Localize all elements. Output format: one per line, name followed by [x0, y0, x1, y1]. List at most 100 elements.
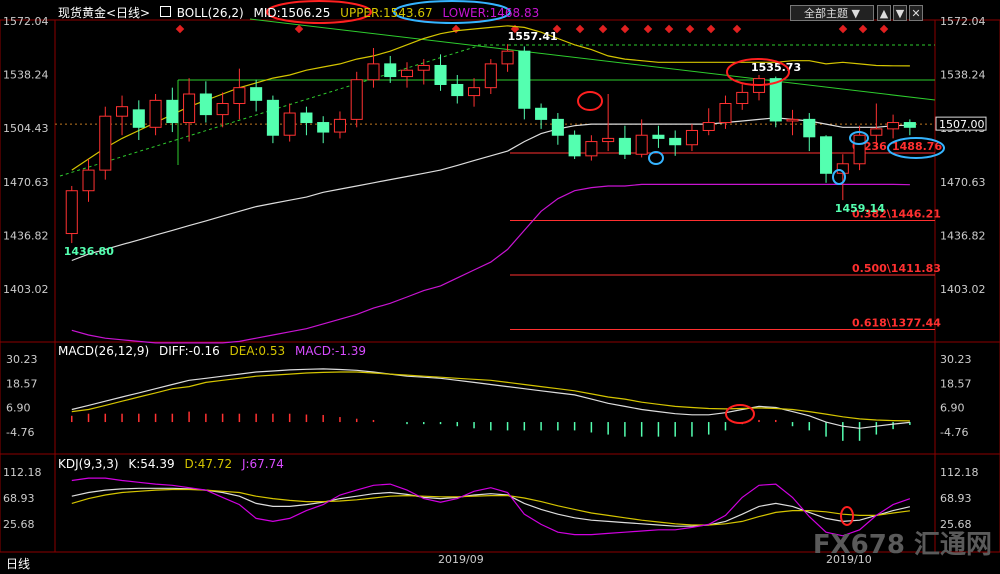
- fib-level-label: 0.500\1411.83: [852, 262, 941, 275]
- macd-panel-frame: [0, 341, 1000, 455]
- candle-body: [585, 141, 598, 157]
- boll-upper: UPPER:1543.67: [340, 6, 433, 20]
- candle-body: [183, 93, 196, 124]
- candle-body: [535, 107, 548, 120]
- price-tick-left: 1572.04: [3, 15, 49, 28]
- watermark-logo: FX678 汇通网: [812, 530, 992, 560]
- kdj-tick-left: 68.93: [3, 492, 35, 505]
- candle-body: [803, 118, 816, 138]
- signal-diamond-marker: [294, 24, 304, 34]
- annotation-ring: [577, 91, 603, 111]
- candle-body: [618, 137, 631, 155]
- chevron-down-icon: ▼: [851, 7, 860, 20]
- kdj-j-line: [71, 477, 911, 537]
- candle-body: [635, 134, 648, 155]
- kdj-k: K:54.39: [128, 457, 175, 471]
- candle-body: [669, 137, 682, 146]
- price-tick-left: 1504.43: [3, 122, 49, 135]
- candle-body: [82, 169, 95, 192]
- macd-tick-left: 6.90: [6, 402, 31, 415]
- signal-diamond-marker: [879, 24, 889, 34]
- theme-dropdown[interactable]: 全部主题 ▼: [790, 5, 874, 21]
- price-tick-right: 1403.02: [940, 283, 986, 296]
- candle-body: [685, 129, 698, 146]
- boll-lower-line: [71, 183, 910, 344]
- price-tick-left: 1538.24: [3, 69, 49, 82]
- candle-body: [400, 69, 414, 78]
- candle-body: [149, 99, 162, 128]
- annotation-ring: [840, 506, 854, 526]
- candle-body: [116, 106, 129, 117]
- tab-daily[interactable]: 日线: [6, 555, 30, 572]
- candle-body: [166, 99, 179, 124]
- kdj-d-line: [71, 488, 910, 526]
- candle-body: [887, 122, 900, 130]
- candle-body: [602, 137, 615, 143]
- price-tick-left: 1403.02: [3, 283, 49, 296]
- price-annotation: 1459.14: [835, 202, 885, 215]
- candle-body: [250, 87, 263, 101]
- candle-body: [736, 91, 749, 105]
- candle-body: [451, 83, 464, 97]
- macd-value: MACD:-1.39: [294, 344, 367, 358]
- price-annotation: 1436.80: [64, 245, 114, 258]
- candle-body: [468, 87, 481, 97]
- signal-diamond-marker: [732, 24, 742, 34]
- close-icon[interactable]: ✕: [909, 5, 923, 21]
- candle-body: [484, 63, 497, 89]
- candle-body: [568, 134, 581, 157]
- price-annotation: 1535.73: [751, 61, 801, 74]
- macd-diff: DIFF:-0.16: [158, 344, 220, 358]
- signal-diamond-marker: [598, 24, 608, 34]
- kdj-tick-right: 112.18: [940, 466, 979, 479]
- kdj-tick-right: 68.93: [940, 492, 972, 505]
- kdj-k-line: [71, 487, 911, 527]
- macd-tick-right: 6.90: [940, 402, 965, 415]
- candle-body: [820, 136, 833, 174]
- kdj-j: J:67.74: [241, 457, 284, 471]
- candle-body: [367, 63, 380, 81]
- candle-body: [719, 103, 732, 124]
- kdj-panel-header: KDJ(9,3,3) K:54.39 D:47.72 J:67.74: [58, 457, 284, 471]
- macd-tick-left: 18.57: [6, 377, 38, 390]
- candle-body: [317, 122, 330, 133]
- kdj-d: D:47.72: [184, 457, 233, 471]
- signal-diamond-marker: [838, 24, 848, 34]
- macd-dea: DEA:0.53: [229, 344, 286, 358]
- candle-body: [434, 64, 447, 85]
- signal-diamond-marker: [706, 24, 716, 34]
- price-tick-right: 1572.04: [940, 15, 986, 28]
- macd-diff-line: [71, 368, 910, 429]
- signal-diamond-marker: [685, 24, 695, 34]
- candle-body: [65, 190, 78, 235]
- candle-body: [870, 128, 883, 136]
- signal-diamond-marker: [575, 24, 585, 34]
- price-panel-header: 现货黄金<日线> BOLL(26,2) MID:1506.25 UPPER:15…: [58, 4, 539, 21]
- price-tick-left: 1470.63: [3, 176, 49, 189]
- candle-body: [518, 50, 531, 109]
- price-tick-right: 1538.24: [940, 69, 986, 82]
- macd-tick-left: 30.23: [6, 353, 38, 366]
- boll-mid-line: [71, 117, 910, 262]
- fib-level-label: 0.618\1377.44: [852, 317, 941, 330]
- candle-body: [350, 79, 363, 120]
- chart-title: 现货黄金<日线>: [58, 6, 151, 20]
- candle-body: [283, 112, 296, 136]
- kdj-tick-left: 25.68: [3, 518, 35, 531]
- candle-body: [199, 93, 212, 116]
- macd-tick-right: 18.57: [940, 377, 972, 390]
- chart-canvas: 1572.041572.041538.241538.241504.431504.…: [0, 0, 1000, 566]
- candle-body: [853, 134, 866, 165]
- boll-lower: LOWER:1468.83: [442, 6, 540, 20]
- scroll-up-button[interactable]: ▲: [877, 5, 891, 21]
- price-tick-right: 1436.82: [940, 229, 986, 242]
- last-price-label: 1507.00: [939, 118, 985, 131]
- candle-body: [786, 118, 799, 122]
- macd-name: MACD(26,12,9): [58, 344, 150, 358]
- signal-diamond-marker: [643, 24, 653, 34]
- candle-body: [266, 99, 279, 136]
- signal-diamond-marker: [620, 24, 630, 34]
- price-annotation: 1557.41: [508, 30, 558, 43]
- scroll-down-button[interactable]: ▼: [893, 5, 907, 21]
- candle-body: [417, 64, 430, 71]
